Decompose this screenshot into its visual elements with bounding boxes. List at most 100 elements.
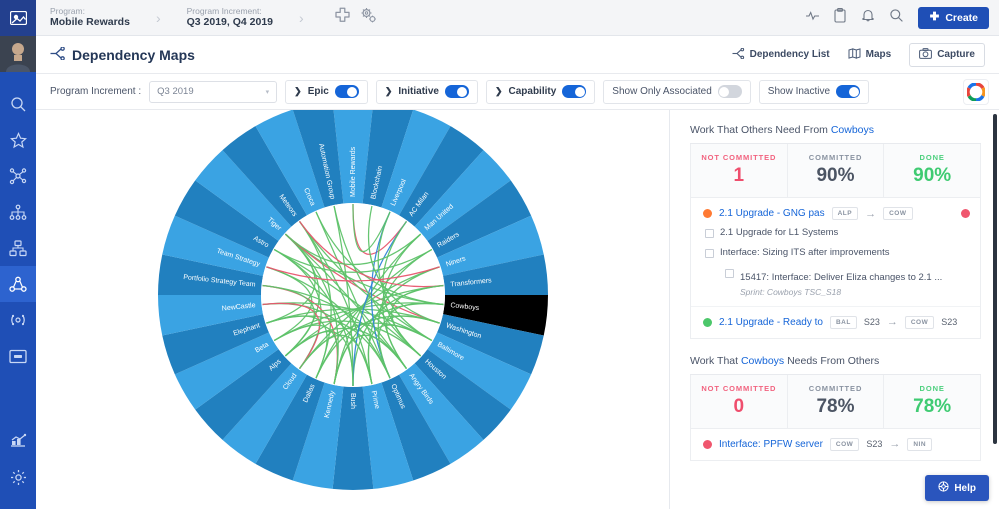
org-chart-icon (9, 240, 27, 257)
section-gap (690, 339, 981, 355)
stat-value: 78% (884, 396, 980, 418)
chord-svg: Mobile RewardsBlockchainLiverpoolAC Mila… (103, 110, 603, 509)
sidebar-item-dependency-map[interactable] (0, 266, 36, 302)
settings-button[interactable] (356, 5, 382, 31)
maps-button[interactable]: Maps (848, 48, 892, 62)
dependency-detail-panel: Work That Others Need From Cowboys NOT C… (669, 110, 999, 509)
search-button[interactable] (884, 6, 908, 30)
dependency-list-button[interactable]: Dependency List (732, 48, 830, 62)
chevron-down-icon: ▾ (266, 88, 270, 96)
breadcrumb-program[interactable]: Program: Mobile Rewards (50, 7, 130, 29)
toggle-capability[interactable] (562, 85, 586, 98)
panel-scrollbar[interactable] (993, 114, 997, 444)
capture-button[interactable]: Capture (909, 43, 985, 67)
filter-chip-initiative[interactable]: ❯ Initiative (376, 80, 478, 104)
toggle-show-inactive[interactable] (836, 85, 860, 98)
create-button[interactable]: Create (918, 7, 989, 29)
filter-chip-capability-label: Capability (509, 86, 557, 97)
table-row[interactable]: 2.1 Upgrade - GNG pas ALP → COW 2.1 Upgr… (691, 198, 980, 306)
star-icon (10, 132, 27, 149)
sidebar-item-org-chart[interactable] (0, 230, 36, 266)
status-dot (703, 209, 712, 218)
help-button[interactable]: Help (925, 475, 989, 501)
from-tag: COW (830, 438, 859, 451)
list-item[interactable]: 15417: Interface: Deliver Eliza changes … (703, 267, 970, 297)
to-tag: COW (905, 316, 934, 329)
list-item[interactable]: Interface: Sizing ITS after improvements (703, 247, 970, 260)
sidebar-item-network[interactable] (0, 158, 36, 194)
checkbox-icon[interactable] (705, 249, 714, 258)
stat-label: COMMITTED (788, 153, 884, 162)
app-logo-icon[interactable] (0, 0, 36, 36)
row-title[interactable]: 2.1 Upgrade - Ready to (719, 317, 823, 328)
maps-label: Maps (866, 49, 892, 60)
checkbox-icon[interactable] (705, 229, 714, 238)
plus-icon (929, 11, 940, 25)
help-icon (938, 481, 949, 495)
toggle-show-only-associated[interactable] (718, 85, 742, 98)
from-tag: BAL (830, 316, 857, 329)
from-tag: ALP (832, 207, 859, 220)
section-2-team[interactable]: Cowboys (741, 355, 784, 367)
chord-segment-label[interactable]: Mobile Rewards (349, 146, 356, 197)
row-header: 2.1 Upgrade - GNG pas ALP → COW (703, 207, 970, 220)
sidebar-item-program-board[interactable] (0, 302, 36, 338)
section-1-team[interactable]: Cowboys (831, 124, 874, 136)
sidebar-item-kanban[interactable] (0, 338, 36, 374)
subitem-block: 15417: Interface: Deliver Eliza changes … (740, 267, 942, 297)
sidebar-item-analytics[interactable] (0, 423, 36, 459)
chevron-right-icon: ❯ (495, 86, 503, 97)
arrow-icon: → (887, 316, 898, 328)
end-status-dot (961, 209, 970, 218)
filter-chip-initiative-label: Initiative (398, 86, 439, 97)
help-label: Help (954, 483, 976, 494)
section-1-prefix: Work That Others Need From (690, 124, 831, 136)
status-dot (703, 318, 712, 327)
sidebar-item-favorites[interactable] (0, 122, 36, 158)
toggle-knob (457, 87, 467, 97)
stat-done: DONE 90% (883, 144, 980, 197)
checkbox-icon[interactable] (725, 269, 734, 278)
stat-not-committed: NOT COMMITTED 1 (691, 144, 787, 197)
filter-chip-epic[interactable]: ❯ Epic (285, 80, 368, 104)
stat-not-committed: NOT COMMITTED 0 (691, 375, 787, 428)
gears-icon (359, 6, 378, 30)
to-tag: COW (883, 207, 912, 220)
sidebar-item-settings[interactable] (0, 459, 36, 495)
program-increment-value: Q3 2019 (157, 86, 193, 97)
filter-chip-capability[interactable]: ❯ Capability (486, 80, 595, 104)
capture-label: Capture (937, 49, 975, 60)
user-avatar[interactable] (0, 36, 36, 72)
dependency-chord-diagram[interactable]: Mobile RewardsBlockchainLiverpoolAC Mila… (36, 110, 669, 509)
program-label: Program: (50, 7, 130, 17)
program-increment-select[interactable]: Q3 2019 ▾ (149, 81, 277, 103)
stats-row-2: NOT COMMITTED 0 COMMITTED 78% DONE 78% (690, 375, 981, 429)
list-item[interactable]: 2.1 Upgrade for L1 Systems (703, 227, 970, 240)
toggle-epic[interactable] (335, 85, 359, 98)
row-title[interactable]: 2.1 Upgrade - GNG pas (719, 208, 825, 219)
loading-spinner (963, 79, 989, 105)
create-label: Create (945, 12, 978, 24)
clipboard-button[interactable] (828, 6, 852, 30)
program-value: Mobile Rewards (50, 16, 130, 28)
activity-button[interactable] (800, 6, 824, 30)
search-icon (10, 96, 27, 113)
breadcrumb-increment[interactable]: Program Increment: Q3 2019, Q4 2019 (187, 7, 273, 29)
table-row[interactable]: 2.1 Upgrade - Ready to BAL S23 → COW S23 (691, 306, 980, 338)
filter-chip-show-only-associated[interactable]: Show Only Associated (603, 80, 751, 104)
add-button[interactable] (330, 5, 356, 31)
table-row[interactable]: Interface: PPFW server COW S23 → NIN (691, 429, 980, 460)
chord-segment-label[interactable]: Bush (349, 393, 356, 409)
row-title[interactable]: Interface: PPFW server (719, 439, 823, 450)
page-title-text: Dependency Maps (72, 47, 195, 63)
loading-spinner-icon (967, 83, 985, 101)
toggle-knob (719, 87, 729, 97)
app-root: Program: Mobile Rewards › Program Increm… (0, 0, 999, 509)
sidebar-item-hierarchy[interactable] (0, 194, 36, 230)
toggle-initiative[interactable] (445, 85, 469, 98)
sidebar-item-search[interactable] (0, 86, 36, 122)
notifications-button[interactable] (856, 6, 880, 30)
toggle-knob (575, 87, 585, 97)
dependency-icon (732, 48, 745, 62)
filter-chip-show-inactive[interactable]: Show Inactive (759, 80, 869, 104)
